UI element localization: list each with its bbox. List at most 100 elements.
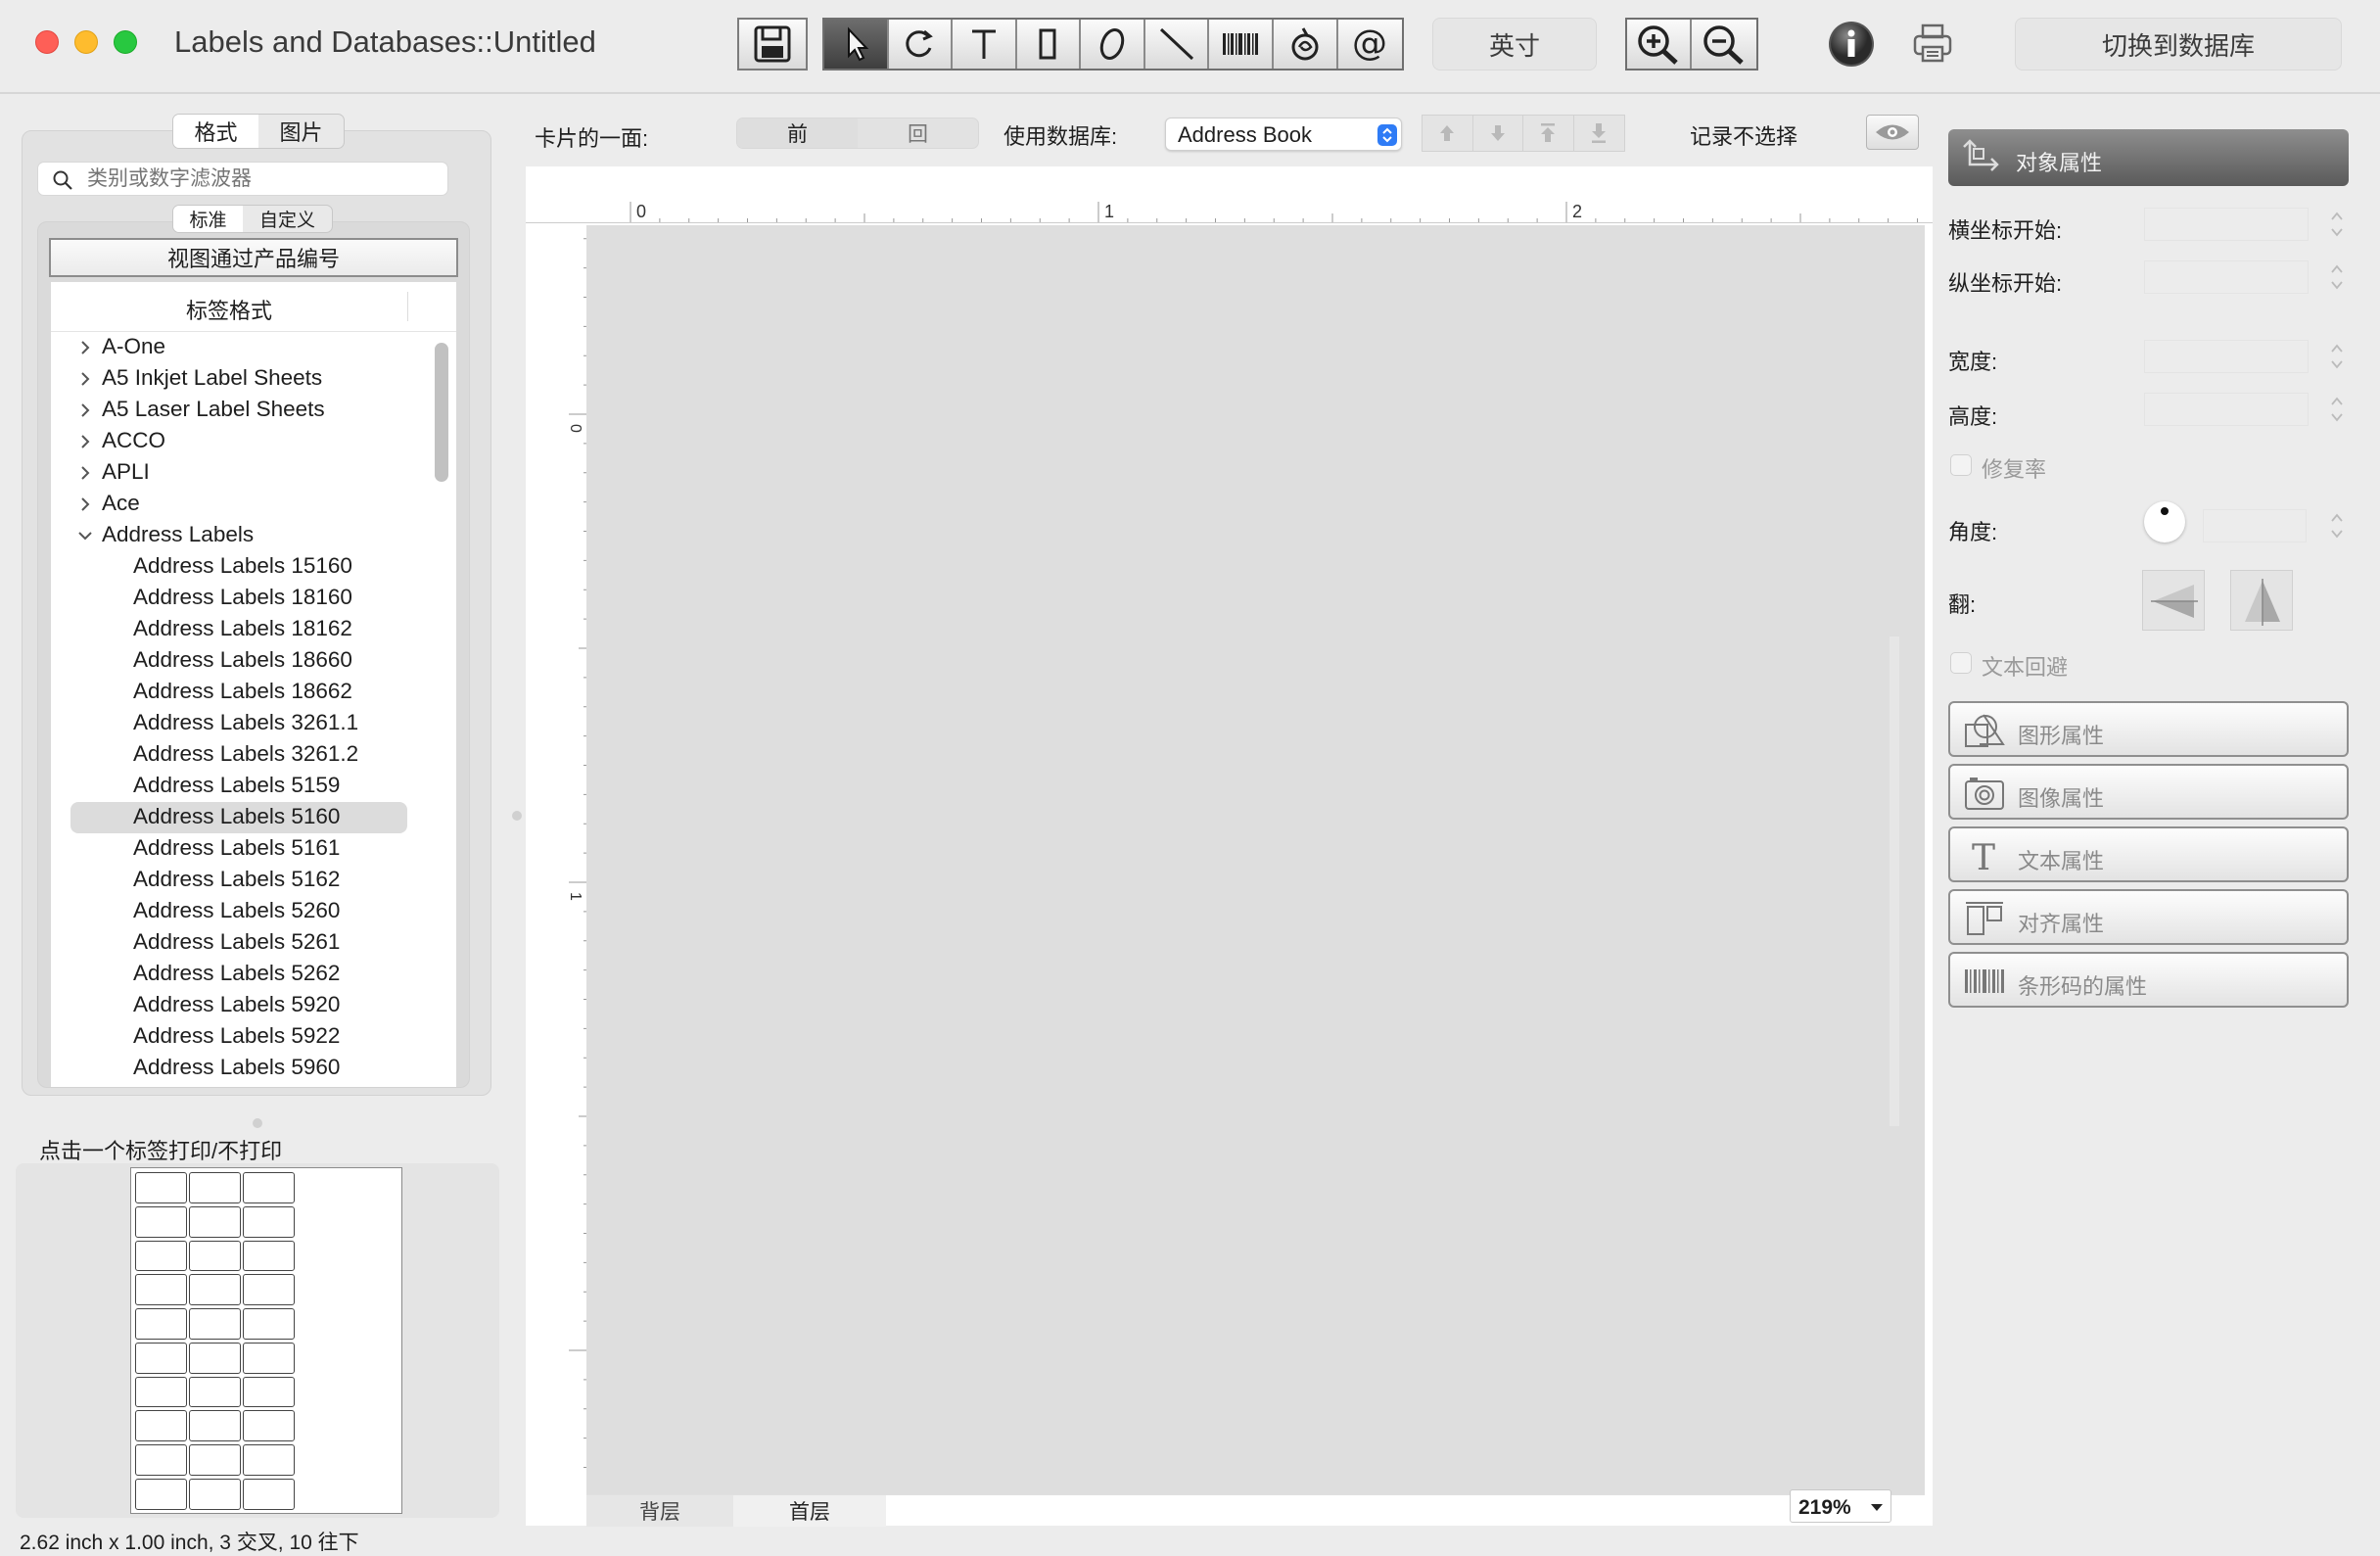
list-item[interactable]: Address Labels 3261.2: [51, 739, 431, 771]
sheet-label-cell[interactable]: [243, 1444, 295, 1476]
sheet-label-cell[interactable]: [189, 1410, 241, 1442]
flip-vertical-button[interactable]: [2142, 570, 2205, 631]
minimize-window-button[interactable]: [74, 30, 98, 54]
sheet-label-cell[interactable]: [135, 1478, 187, 1510]
nav-first-button[interactable]: [1523, 116, 1574, 151]
sheet-label-cell[interactable]: [135, 1376, 187, 1408]
sheet-label-cell[interactable]: [243, 1274, 295, 1306]
sheet-label-cell[interactable]: [189, 1308, 241, 1340]
tree-group[interactable]: A5 Laser Label Sheets: [51, 395, 431, 426]
nav-last-button[interactable]: [1574, 116, 1625, 151]
y-start-stepper[interactable]: [2328, 260, 2346, 294]
switch-to-database-button[interactable]: 切换到数据库: [2015, 18, 2342, 71]
list-item[interactable]: Address Labels 3261.1: [51, 708, 431, 739]
sheet-label-cell[interactable]: [243, 1240, 295, 1272]
ellipse-tool-button[interactable]: [1081, 20, 1145, 69]
chevron-right-icon[interactable]: [76, 495, 94, 513]
split-handle[interactable]: [512, 811, 522, 821]
list-item[interactable]: Address Labels 15160: [51, 551, 431, 583]
side-back-tab[interactable]: 回: [858, 118, 978, 148]
zoom-out-button[interactable]: [1692, 20, 1756, 69]
preview-toggle-button[interactable]: [1866, 115, 1919, 150]
angle-dial[interactable]: [2144, 501, 2185, 542]
sheet-label-cell[interactable]: [189, 1342, 241, 1374]
sheet-label-cell[interactable]: [189, 1376, 241, 1408]
shape-properties-button[interactable]: 图形属性: [1948, 701, 2349, 757]
flip-horizontal-button[interactable]: [2230, 570, 2293, 631]
chevron-right-icon[interactable]: [76, 370, 94, 388]
zoom-level-select[interactable]: 219%: [1790, 1489, 1891, 1523]
sheet-label-cell[interactable]: [243, 1478, 295, 1510]
units-button[interactable]: 英寸: [1432, 18, 1597, 71]
list-item[interactable]: Address Labels 5160: [70, 802, 407, 833]
chevron-right-icon[interactable]: [76, 433, 94, 450]
angle-input[interactable]: [2203, 509, 2307, 542]
list-item[interactable]: Address Labels 5960: [51, 1053, 431, 1084]
image-tool-button[interactable]: [1274, 20, 1338, 69]
sheet-label-cell[interactable]: [189, 1240, 241, 1272]
layer-front-tab[interactable]: 首层: [733, 1495, 886, 1527]
sheet-label-cell[interactable]: [135, 1274, 187, 1306]
list-item[interactable]: Address Labels 5922: [51, 1021, 431, 1053]
angle-stepper[interactable]: [2328, 509, 2346, 542]
search-field[interactable]: [37, 162, 448, 196]
rectangle-tool-button[interactable]: [1017, 20, 1082, 69]
image-properties-button[interactable]: 图像属性: [1948, 764, 2349, 820]
text-wrap-checkbox[interactable]: [1950, 652, 1972, 674]
nav-down-button[interactable]: [1473, 116, 1523, 151]
tree-group[interactable]: Ace: [51, 489, 431, 520]
sheet-label-cell[interactable]: [135, 1240, 187, 1272]
tab-images[interactable]: 图片: [258, 115, 344, 148]
x-start-stepper[interactable]: [2328, 208, 2346, 241]
alignment-properties-button[interactable]: 对齐属性: [1948, 889, 2349, 945]
lock-ratio-checkbox[interactable]: [1950, 454, 1972, 476]
sheet-label-cell[interactable]: [243, 1376, 295, 1408]
sheet-label-cell[interactable]: [189, 1205, 241, 1238]
text-properties-button[interactable]: T 文本属性: [1948, 826, 2349, 882]
sheet-label-cell[interactable]: [243, 1410, 295, 1442]
list-item[interactable]: Address Labels 18662: [51, 677, 431, 708]
column-header-label-format[interactable]: 标签格式: [51, 294, 407, 325]
rotate-tool-button[interactable]: [889, 20, 954, 69]
label-canvas[interactable]: [586, 225, 1925, 1496]
list-item[interactable]: Address Labels 5161: [51, 833, 431, 865]
object-properties-header[interactable]: 对象属性: [1948, 129, 2349, 186]
sheet-label-cell[interactable]: [135, 1410, 187, 1442]
list-item[interactable]: Address Labels 18660: [51, 645, 431, 677]
list-item[interactable]: Address Labels 5920: [51, 990, 431, 1021]
canvas-scroll-indicator[interactable]: [1890, 637, 1899, 1126]
chevron-right-icon[interactable]: [76, 339, 94, 356]
split-handle-horizontal[interactable]: [253, 1118, 262, 1128]
sheet-label-cell[interactable]: [189, 1172, 241, 1203]
list-item[interactable]: Address Labels 18162: [51, 614, 431, 645]
list-item[interactable]: Address Labels 5261: [51, 927, 431, 959]
sheet-label-cell[interactable]: [243, 1172, 295, 1203]
list-item[interactable]: Address Labels 5260: [51, 896, 431, 927]
height-stepper[interactable]: [2328, 393, 2346, 426]
list-item[interactable]: Address Labels 5262: [51, 959, 431, 990]
tab-custom[interactable]: 自定义: [243, 206, 332, 232]
chevron-right-icon[interactable]: [76, 401, 94, 419]
tree-group[interactable]: A-One: [51, 332, 431, 363]
line-tool-button[interactable]: [1145, 20, 1210, 69]
sheet-label-cell[interactable]: [189, 1274, 241, 1306]
width-input[interactable]: [2144, 340, 2309, 373]
tab-standard[interactable]: 标准: [173, 206, 244, 232]
tree-group[interactable]: ACCO: [51, 426, 431, 457]
list-item[interactable]: Address Labels 5159: [51, 771, 431, 802]
list-item[interactable]: Address Labels 18160: [51, 583, 431, 614]
database-select[interactable]: Address Book: [1165, 118, 1402, 151]
text-tool-button[interactable]: [953, 20, 1017, 69]
width-stepper[interactable]: [2328, 340, 2346, 373]
tab-formats[interactable]: 格式: [173, 115, 258, 148]
tree-group[interactable]: Address Labels: [51, 520, 431, 551]
layer-back-tab[interactable]: 背层: [586, 1495, 733, 1527]
side-front-tab[interactable]: 前: [737, 118, 858, 148]
sheet-label-cell[interactable]: [135, 1342, 187, 1374]
sheet-label-cell[interactable]: [135, 1172, 187, 1203]
tree-group[interactable]: APLI: [51, 457, 431, 489]
nav-up-button[interactable]: [1423, 116, 1473, 151]
sheet-label-cell[interactable]: [135, 1444, 187, 1476]
view-by-product-button[interactable]: 视图通过产品编号: [49, 238, 458, 277]
print-button[interactable]: [1911, 22, 1954, 65]
